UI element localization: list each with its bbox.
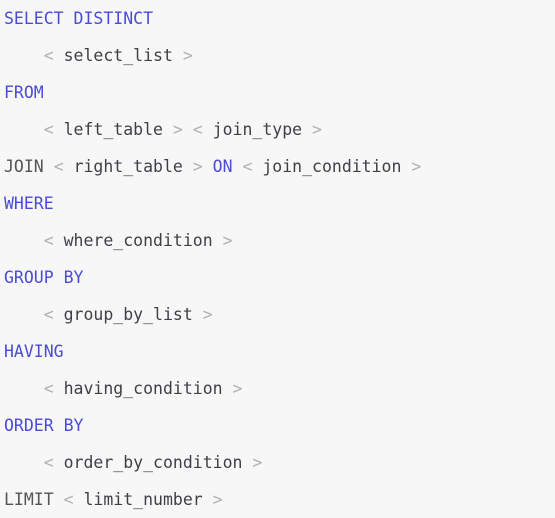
angle-bracket: > — [312, 120, 322, 139]
sql-placeholder: order_by_condition — [63, 453, 243, 472]
sql-keyword: SELECT — [4, 9, 64, 28]
code-line: < left_table > < join_type > — [0, 111, 555, 148]
code-line: JOIN < right_table > ON < join_condition… — [0, 148, 555, 185]
code-line: ORDER BY — [0, 407, 555, 444]
sql-keyword: GROUP — [4, 268, 54, 287]
sql-keyword: BY — [63, 416, 84, 435]
sql-placeholder: where_condition — [63, 231, 213, 250]
angle-bracket: > — [172, 120, 183, 139]
angle-bracket: < — [63, 490, 74, 509]
sql-placeholder: group_by_list — [63, 305, 193, 324]
code-line: LIMIT < limit_number > — [0, 481, 555, 518]
sql-placeholder: join_type — [212, 120, 303, 139]
sql-keyword: ORDER — [4, 416, 54, 435]
sql-keyword: BY — [63, 268, 84, 287]
sql-keyword: ON — [212, 157, 233, 176]
angle-bracket: < — [192, 120, 203, 139]
angle-bracket: < — [43, 453, 54, 472]
angle-bracket: > — [202, 305, 213, 324]
angle-bracket: > — [411, 157, 422, 176]
sql-keyword: FROM — [4, 83, 44, 102]
angle-bracket: < — [242, 157, 253, 176]
angle-bracket: > — [182, 46, 193, 65]
angle-bracket: > — [252, 453, 263, 472]
code-line: < group_by_list > — [0, 296, 555, 333]
code-line: < where_condition > — [0, 222, 555, 259]
sql-keyword-plain: JOIN — [4, 157, 44, 176]
angle-bracket: < — [43, 305, 54, 324]
sql-placeholder: join_condition — [262, 157, 402, 176]
sql-keyword: HAVING — [4, 342, 64, 361]
angle-bracket: < — [43, 379, 54, 398]
code-line: FROM — [0, 74, 555, 111]
angle-bracket: < — [43, 46, 54, 65]
sql-placeholder: left_table — [63, 120, 163, 139]
sql-keyword: WHERE — [4, 194, 54, 213]
sql-keyword: DISTINCT — [73, 9, 154, 28]
sql-placeholder: select_list — [63, 46, 173, 65]
angle-bracket: < — [53, 157, 64, 176]
code-line: WHERE — [0, 185, 555, 222]
angle-bracket: > — [232, 379, 243, 398]
code-line: < order_by_condition > — [0, 444, 555, 481]
code-line: HAVING — [0, 333, 555, 370]
angle-bracket: < — [43, 231, 54, 250]
code-line: GROUP BY — [0, 259, 555, 296]
sql-placeholder: having_condition — [63, 379, 223, 398]
sql-placeholder: right_table — [73, 157, 183, 176]
angle-bracket: < — [43, 120, 54, 139]
code-line: SELECT DISTINCT — [0, 0, 555, 37]
code-line: < select_list > — [0, 37, 555, 74]
sql-query-template-block: SELECT DISTINCT < select_list > FROM < le… — [0, 0, 555, 509]
code-line: < having_condition > — [0, 370, 555, 407]
sql-keyword-plain: LIMIT — [4, 490, 54, 509]
sql-placeholder: limit_number — [83, 490, 203, 509]
angle-bracket: > — [222, 231, 233, 250]
angle-bracket: > — [192, 157, 203, 176]
angle-bracket: > — [212, 490, 223, 509]
